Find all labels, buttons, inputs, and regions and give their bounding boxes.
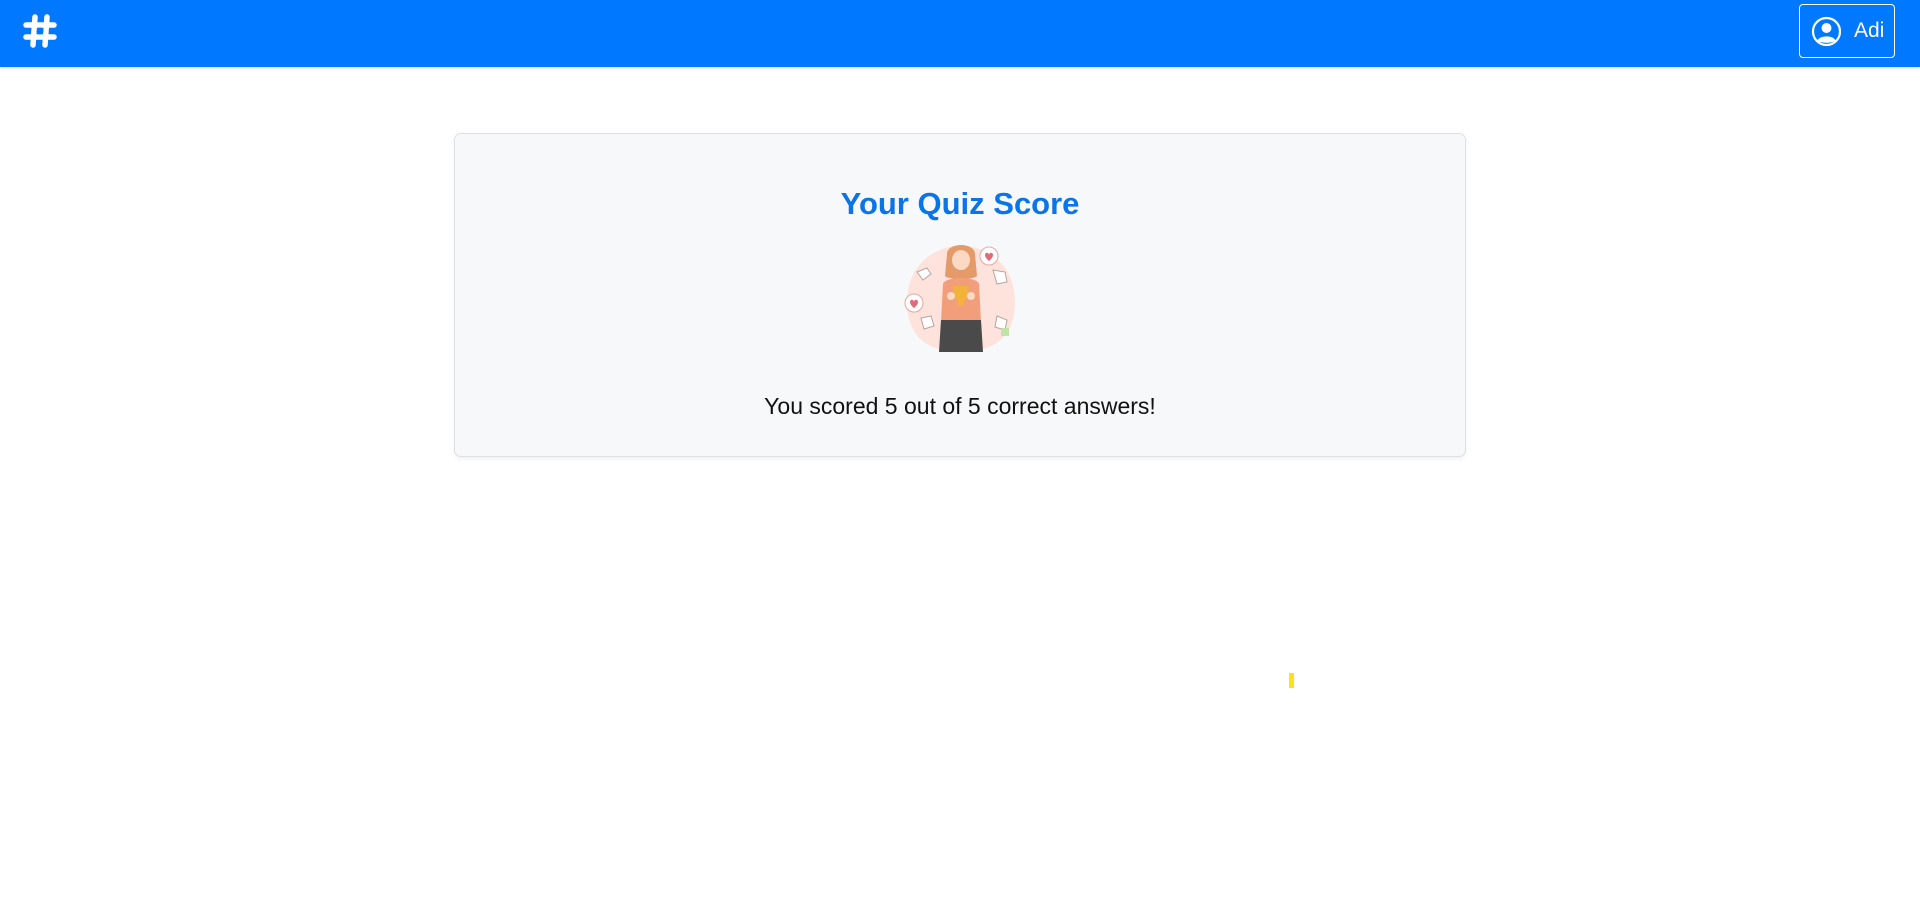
quiz-score-card: Your Quiz Score You scored 5 out of 5 co… [454,133,1466,457]
text-cursor-marker [1289,673,1294,688]
user-name-label: Adi [1854,19,1885,42]
brand-logo-icon[interactable] [22,13,58,49]
user-circle-icon [1811,16,1842,47]
card-title: Your Quiz Score [840,186,1080,221]
celebration-illustration [903,240,1019,356]
user-menu-button[interactable]: Adi [1799,4,1895,58]
top-navbar: Adi [0,0,1920,67]
score-message: You scored 5 out of 5 correct answers! [764,393,1156,419]
